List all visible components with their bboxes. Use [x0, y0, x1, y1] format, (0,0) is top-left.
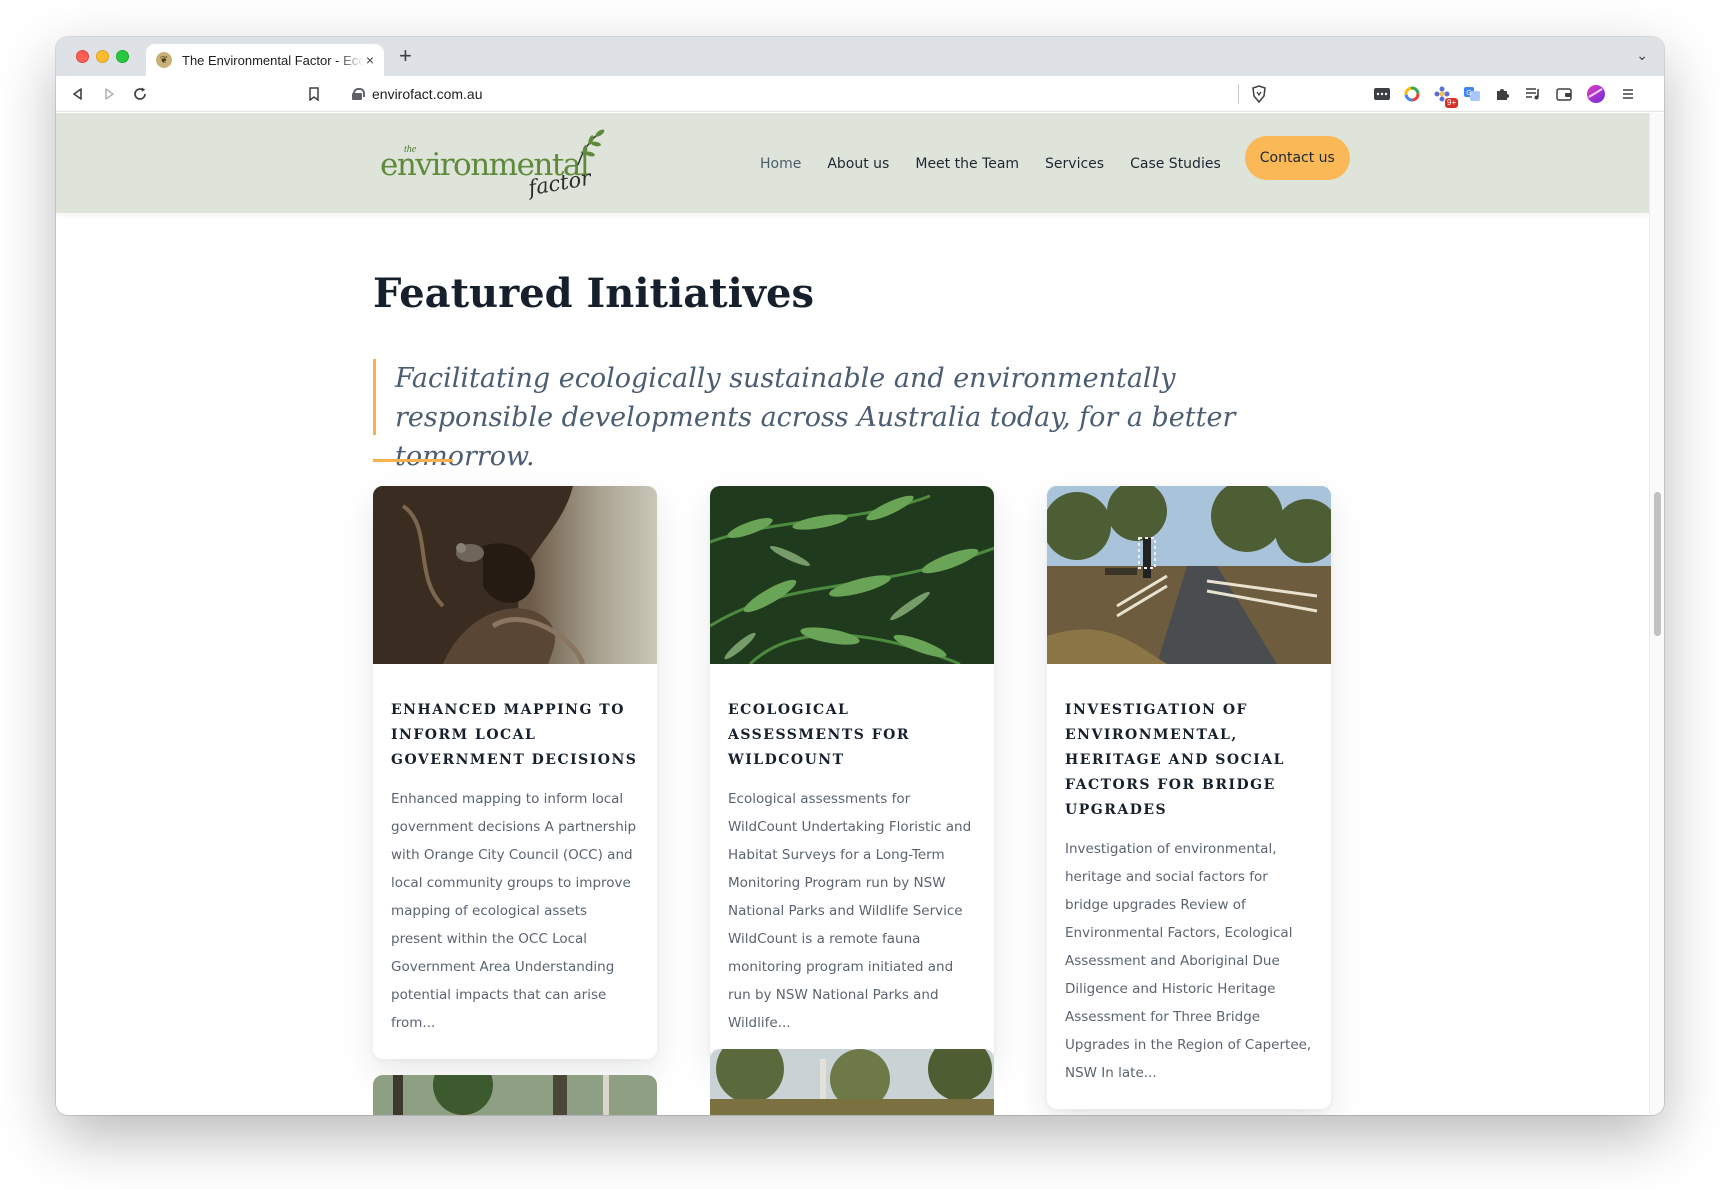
new-tab-button[interactable]: + [399, 43, 412, 69]
brave-shield-icon[interactable] [1249, 84, 1269, 104]
nav-services[interactable]: Services [1045, 156, 1104, 172]
bookmark-icon [309, 87, 319, 101]
tab-title: The Environmental Factor - Eco [182, 52, 364, 68]
card-title[interactable]: Investigation of environmental, heritage… [1065, 698, 1313, 823]
address-bar[interactable]: envirofact.com.au [338, 80, 1278, 108]
card-image-bird-in-tree[interactable] [373, 486, 657, 664]
back-button[interactable] [66, 82, 90, 106]
scrollbar-thumb[interactable] [1654, 492, 1661, 636]
extensions-puzzle-icon[interactable] [1493, 84, 1513, 104]
profile-avatar[interactable] [1586, 84, 1606, 104]
accent-divider [373, 459, 453, 462]
browser-toolbar: envirofact.com.au 9+ G [56, 76, 1664, 112]
nav-case-studies[interactable]: Case Studies [1130, 156, 1221, 172]
wallet-icon[interactable] [1554, 84, 1574, 104]
tab-search-chevron-icon[interactable]: ⌄ [1636, 47, 1648, 64]
card-excerpt: Ecological assessments for WildCount Und… [728, 791, 972, 1031]
card-excerpt: Investigation of environmental, heritage… [1065, 841, 1312, 1081]
forward-arrow-icon [105, 88, 114, 100]
svg-text:G: G [1466, 89, 1471, 97]
card-excerpt: Enhanced mapping to inform local governm… [391, 791, 637, 1031]
zoom-window-button[interactable] [116, 50, 129, 63]
card-title[interactable]: Enhanced mapping to inform local governm… [391, 698, 639, 773]
browser-window: ❦ The Environmental Factor - Eco × + ⌄ e… [56, 37, 1664, 1115]
nav-about-us[interactable]: About us [827, 156, 889, 172]
close-window-button[interactable] [76, 50, 89, 63]
tagline-quote: Facilitating ecologically sustainable an… [373, 359, 1333, 472]
main-nav: Home About us Meet the Team Services Cas… [760, 136, 1350, 180]
lock-icon [352, 88, 365, 100]
reload-button[interactable] [128, 82, 152, 106]
minimize-window-button[interactable] [96, 50, 109, 63]
url-text[interactable]: envirofact.com.au [372, 86, 483, 102]
site-logo[interactable]: the environmental factor [380, 127, 610, 205]
reload-icon [134, 87, 146, 100]
nav-home[interactable]: Home [760, 156, 801, 172]
initiative-card[interactable]: Ecological Assessments for WildCount Eco… [710, 486, 994, 1059]
back-arrow-icon [73, 88, 82, 100]
reading-list-icon[interactable] [1523, 84, 1543, 104]
leaf-sprig-icon [577, 129, 605, 166]
card-image-partial[interactable] [1047, 1109, 1331, 1115]
site-header: the environmental factor Home About us M… [56, 113, 1649, 213]
page-scrollbar[interactable] [1649, 113, 1664, 1115]
translate-icon[interactable]: G [1462, 84, 1482, 104]
browser-menu-icon[interactable] [1618, 84, 1638, 104]
card-title[interactable]: Ecological Assessments for WildCount [728, 698, 976, 773]
initiative-card[interactable]: Enhanced mapping to inform local governm… [373, 486, 657, 1059]
site-favicon-icon: ❦ [156, 52, 172, 68]
initiative-card[interactable]: Investigation of environmental, heritage… [1047, 486, 1331, 1109]
extension-badge: 9+ [1445, 98, 1459, 108]
card-image-bridge[interactable] [1047, 486, 1331, 664]
forward-button[interactable] [97, 82, 121, 106]
card-image-forest-path[interactable] [373, 1075, 657, 1115]
page-title: Featured Initiatives [373, 270, 815, 317]
address-bar-divider [1238, 84, 1239, 104]
password-manager-icon[interactable] [1372, 84, 1392, 104]
contact-us-button[interactable]: Contact us [1244, 136, 1350, 180]
bookmark-button[interactable] [302, 82, 326, 106]
card-image-ferns[interactable] [710, 486, 994, 664]
color-ring-extension-icon[interactable] [1402, 84, 1422, 104]
tab-strip: ❦ The Environmental Factor - Eco × + ⌄ [56, 37, 1664, 76]
tagline-text: Facilitating ecologically sustainable an… [395, 363, 1236, 472]
close-tab-icon[interactable]: × [366, 52, 374, 68]
browser-tab[interactable]: ❦ The Environmental Factor - Eco × [146, 44, 384, 76]
card-image-woodland[interactable] [710, 1049, 994, 1115]
nav-meet-the-team[interactable]: Meet the Team [915, 156, 1019, 172]
page-viewport: the environmental factor Home About us M… [56, 113, 1649, 1115]
